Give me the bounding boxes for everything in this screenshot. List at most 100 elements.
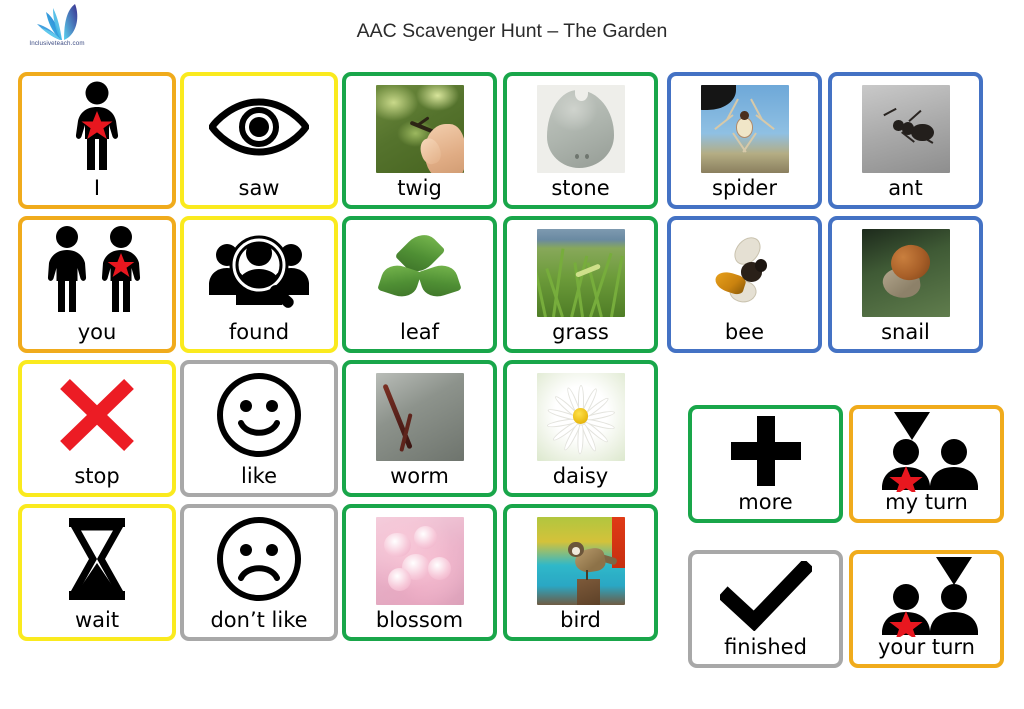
happy-face-icon <box>217 373 301 457</box>
card-art <box>346 76 493 178</box>
card-stone[interactable]: stone <box>503 72 658 209</box>
daisy-photo <box>536 373 625 461</box>
card-you[interactable]: you <box>18 216 176 353</box>
checkmark-icon <box>719 560 812 631</box>
card-blossom[interactable]: blossom <box>342 504 497 641</box>
card-grid: I saw twig stone spider ant you found le… <box>0 64 1024 709</box>
card-label: you <box>77 320 117 344</box>
card-label: stone <box>551 176 610 200</box>
card-dont-like[interactable]: don’t like <box>180 504 338 641</box>
card-label: don’t like <box>210 608 308 632</box>
card-art <box>671 220 818 322</box>
card-art <box>184 220 334 322</box>
card-daisy[interactable]: daisy <box>503 360 658 497</box>
person-star-icon <box>75 81 119 170</box>
card-label: stop <box>74 464 120 488</box>
card-label: worm <box>390 464 449 488</box>
your-turn-icon <box>881 556 978 637</box>
my-turn-icon <box>881 411 978 492</box>
card-label: finished <box>724 635 807 659</box>
card-art <box>671 76 818 178</box>
stone-photo <box>536 85 625 173</box>
card-label: I <box>93 176 101 200</box>
bird-photo <box>536 517 625 605</box>
card-art <box>853 554 1000 637</box>
page-title: AAC Scavenger Hunt – The Garden <box>356 20 668 42</box>
card-worm[interactable]: worm <box>342 360 497 497</box>
card-label: daisy <box>552 464 609 488</box>
card-art <box>832 76 979 178</box>
card-art <box>184 508 334 610</box>
card-my-turn[interactable]: my turn <box>849 405 1004 523</box>
worm-photo <box>375 373 464 461</box>
hourglass-icon <box>69 518 125 600</box>
card-label: grass <box>552 320 609 344</box>
card-art <box>184 76 334 178</box>
card-art <box>692 554 839 637</box>
two-people-star-icon <box>47 226 141 312</box>
card-wait[interactable]: wait <box>18 504 176 641</box>
card-label: blossom <box>375 608 464 632</box>
card-art <box>692 409 839 492</box>
card-bird[interactable]: bird <box>503 504 658 641</box>
card-stop[interactable]: stop <box>18 360 176 497</box>
card-more[interactable]: more <box>688 405 843 523</box>
card-snail[interactable]: snail <box>828 216 983 353</box>
card-your-turn[interactable]: your turn <box>849 550 1004 668</box>
card-art <box>832 220 979 322</box>
card-found[interactable]: found <box>180 216 338 353</box>
plus-icon <box>730 415 801 486</box>
card-art <box>507 76 654 178</box>
card-bee[interactable]: bee <box>667 216 822 353</box>
sad-face-icon <box>217 517 301 601</box>
card-art <box>853 409 1000 492</box>
card-spider[interactable]: spider <box>667 72 822 209</box>
card-label: leaf <box>399 320 440 344</box>
card-label: found <box>228 320 290 344</box>
card-art <box>22 76 172 178</box>
card-label: bee <box>724 320 765 344</box>
card-art <box>346 364 493 466</box>
leaf-photo <box>375 229 464 317</box>
aac-communication-board: Inclusiveteach.com AAC Scavenger Hunt – … <box>0 0 1024 709</box>
blossom-photo <box>375 517 464 605</box>
ant-photo <box>861 85 950 173</box>
card-art <box>184 364 334 466</box>
card-art <box>346 508 493 610</box>
card-label: bird <box>560 608 601 632</box>
card-ant[interactable]: ant <box>828 72 983 209</box>
grass-photo <box>536 229 625 317</box>
card-label: saw <box>238 176 280 200</box>
card-twig[interactable]: twig <box>342 72 497 209</box>
card-label: my turn <box>885 490 968 514</box>
card-label: your turn <box>877 635 975 659</box>
card-leaf[interactable]: leaf <box>342 216 497 353</box>
spider-photo <box>700 85 789 173</box>
card-grass[interactable]: grass <box>503 216 658 353</box>
magnifier-people-icon <box>209 235 309 308</box>
card-art <box>22 364 172 466</box>
card-art <box>507 364 654 466</box>
card-label: wait <box>74 608 120 632</box>
card-label: spider <box>712 176 777 200</box>
card-label: snail <box>881 320 930 344</box>
card-i[interactable]: I <box>18 72 176 209</box>
card-label: like <box>240 464 277 488</box>
twig-photo <box>375 85 464 173</box>
card-like[interactable]: like <box>180 360 338 497</box>
card-art <box>507 508 654 610</box>
card-label: ant <box>888 176 923 200</box>
bee-photo <box>700 229 789 317</box>
card-finished[interactable]: finished <box>688 550 843 668</box>
eye-icon <box>209 98 309 156</box>
snail-photo <box>861 229 950 317</box>
board-header: Inclusiveteach.com AAC Scavenger Hunt – … <box>0 0 1024 64</box>
card-art <box>22 508 172 610</box>
card-art <box>346 220 493 322</box>
card-art <box>507 220 654 322</box>
card-label: more <box>738 490 793 514</box>
card-art <box>22 220 172 322</box>
card-label: twig <box>397 176 442 200</box>
red-cross-icon <box>60 378 134 452</box>
card-saw[interactable]: saw <box>180 72 338 209</box>
